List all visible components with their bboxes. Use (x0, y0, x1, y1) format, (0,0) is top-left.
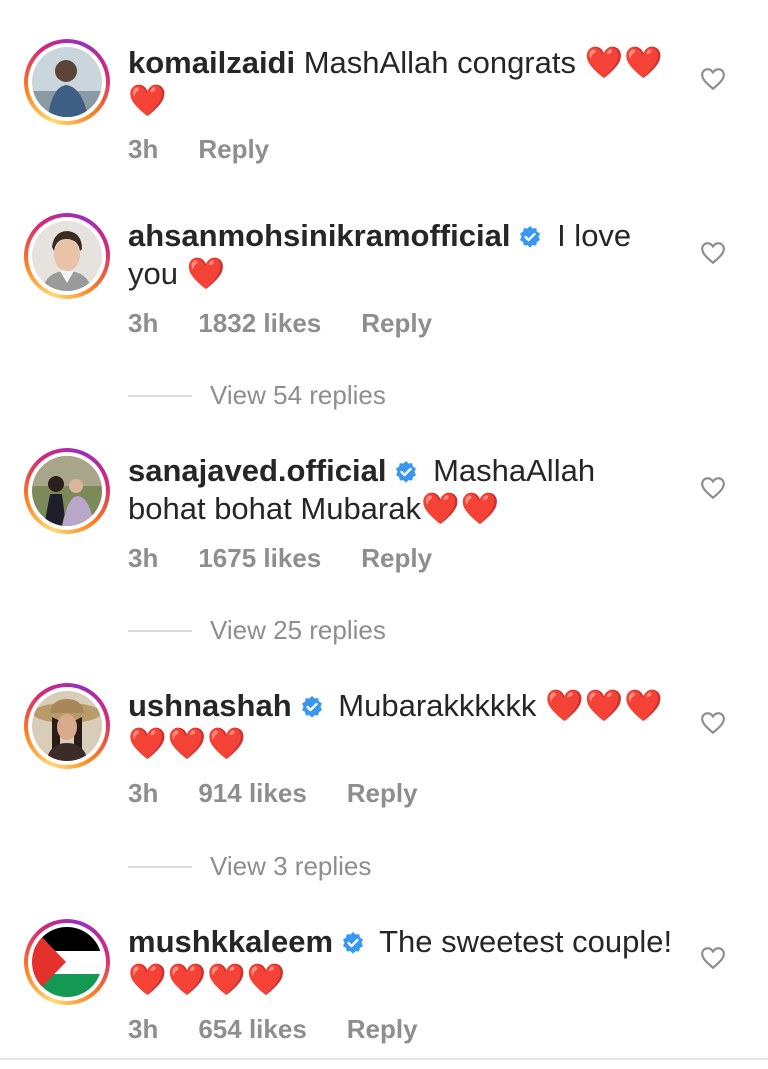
timestamp: 3h (128, 543, 159, 573)
comment-text: Mubarakkkkkk (338, 688, 537, 723)
story-ring[interactable] (24, 919, 110, 1005)
username[interactable]: komailzaidi (128, 45, 295, 80)
avatar[interactable] (32, 456, 102, 526)
view-replies-label[interactable]: View 54 replies (210, 380, 386, 411)
verified-badge-icon (343, 932, 364, 954)
verified-badge-icon (301, 696, 322, 718)
likes-count[interactable]: 1675 likes (198, 543, 321, 574)
avatar[interactable] (32, 691, 102, 761)
username[interactable]: ahsanmohsinikramofficial (128, 218, 510, 253)
comment-meta: 3h 1675 likes Reply (128, 543, 432, 574)
comment-text: MashAllah congrats (303, 45, 576, 80)
timestamp: 3h (128, 134, 159, 164)
comment-text: The sweetest couple! (379, 924, 673, 959)
timestamp: 3h (128, 1014, 159, 1044)
verified-badge-icon (396, 461, 417, 483)
comment-body: sanajaved.official MashaAllah bohat boha… (128, 452, 678, 528)
heart-emojis: ❤️❤️ (421, 491, 501, 526)
divider (0, 1058, 768, 1060)
heart-emojis: ❤️❤️❤️❤️ (128, 962, 287, 997)
view-replies-button[interactable]: View 54 replies (128, 380, 386, 411)
timestamp: 3h (128, 778, 159, 808)
comment-body: ushnashah Mubarakkkkkk ❤️❤️❤️ ❤️❤️❤️ (128, 687, 678, 763)
username[interactable]: mushkkaleem (128, 924, 333, 959)
story-ring[interactable] (24, 39, 110, 125)
comment-body: mushkkaleem The sweetest couple! ❤️❤️❤️❤️ (128, 923, 678, 999)
timestamp: 3h (128, 308, 159, 338)
heart-outline-icon[interactable] (700, 476, 726, 500)
heart-outline-icon[interactable] (700, 711, 726, 735)
comments-list: komailzaidi MashAllah congrats ❤️❤️ ❤️ 3… (0, 0, 768, 1069)
heart-outline-icon[interactable] (700, 67, 726, 91)
story-ring[interactable] (24, 448, 110, 534)
story-ring[interactable] (24, 683, 110, 769)
comment-body: komailzaidi MashAllah congrats ❤️❤️ ❤️ (128, 44, 678, 120)
palestine-flag-avatar[interactable] (32, 927, 102, 997)
likes-count[interactable]: 914 likes (198, 778, 306, 809)
username[interactable]: sanajaved.official (128, 453, 386, 488)
reply-button[interactable]: Reply (361, 308, 432, 339)
reply-button[interactable]: Reply (347, 1014, 418, 1045)
username[interactable]: ushnashah (128, 688, 292, 723)
heart-outline-icon[interactable] (700, 946, 726, 970)
likes-count[interactable]: 1832 likes (198, 308, 321, 339)
reply-button[interactable]: Reply (198, 134, 269, 165)
comment-meta: 3h 1832 likes Reply (128, 308, 432, 339)
comment-meta: 3h 914 likes Reply (128, 778, 418, 809)
likes-count[interactable]: 654 likes (198, 1014, 306, 1045)
story-ring[interactable] (24, 213, 110, 299)
view-replies-button[interactable]: View 3 replies (128, 851, 371, 882)
reply-button[interactable]: Reply (347, 778, 418, 809)
view-replies-label[interactable]: View 25 replies (210, 615, 386, 646)
avatar[interactable] (32, 221, 102, 291)
heart-outline-icon[interactable] (700, 241, 726, 265)
comment-body: ahsanmohsinikramofficial I love you ❤️ (128, 217, 678, 293)
reply-button[interactable]: Reply (361, 543, 432, 574)
divider-line (128, 865, 192, 868)
verified-badge-icon (520, 226, 541, 248)
heart-emojis: ❤️ (186, 256, 227, 291)
comment-meta: 3h 654 likes Reply (128, 1014, 418, 1045)
avatar[interactable] (32, 47, 102, 117)
view-replies-label[interactable]: View 3 replies (210, 851, 371, 882)
divider-line (128, 394, 192, 397)
comment-meta: 3h Reply (128, 134, 269, 165)
view-replies-button[interactable]: View 25 replies (128, 615, 386, 646)
divider-line (128, 629, 192, 632)
